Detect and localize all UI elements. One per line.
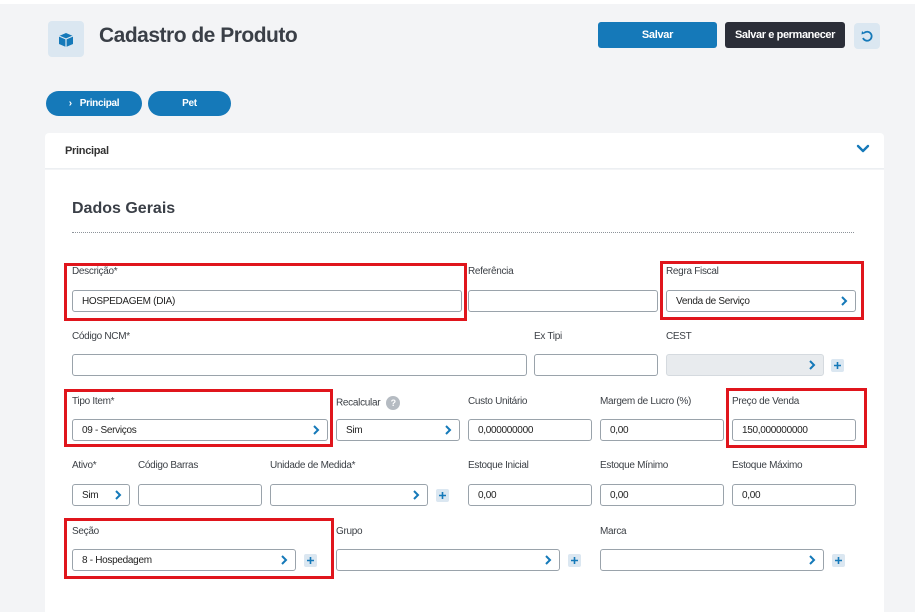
ativo-value: Sim: [82, 489, 99, 501]
chevron-right-icon: [412, 489, 420, 504]
chevron-right-icon: [840, 295, 848, 310]
codigo-ncm-input[interactable]: [72, 354, 527, 376]
custo-unitario-input[interactable]: 0,000000000: [468, 419, 592, 441]
custo-unitario-label: Custo Unitário: [468, 396, 528, 407]
add-secao-button[interactable]: [299, 549, 322, 571]
save-button[interactable]: Salvar: [598, 22, 717, 48]
undo-icon: [861, 30, 873, 42]
preco-venda-input[interactable]: 150,000000000: [732, 419, 856, 441]
codigo-barras-input[interactable]: [138, 484, 262, 506]
recalcular-value: Sim: [346, 424, 363, 436]
ex-tipi-input[interactable]: [534, 354, 658, 376]
descricao-input[interactable]: HOSPEDAGEM (DIA): [72, 290, 462, 312]
save-and-stay-button[interactable]: Salvar e permanecer: [725, 22, 845, 48]
tab-principal[interactable]: › Principal: [46, 91, 142, 116]
regra-fiscal-select[interactable]: Venda de Serviço: [666, 290, 856, 312]
chevron-right-icon: ›: [68, 98, 72, 109]
grupo-label: Grupo: [336, 526, 363, 537]
descricao-label: Descrição*: [72, 266, 118, 277]
panel-title: Principal: [65, 145, 109, 157]
marca-select[interactable]: [600, 549, 824, 571]
plus-icon: [831, 358, 844, 372]
estoque-minimo-label: Estoque Mínimo: [600, 460, 669, 471]
tipo-item-select[interactable]: 09 - Serviços: [72, 419, 328, 441]
estoque-maximo-input[interactable]: 0,00: [732, 484, 856, 506]
preco-venda-label: Preço de Venda: [732, 396, 799, 407]
estoque-inicial-label: Estoque Inicial: [468, 460, 529, 471]
add-unidade-button[interactable]: [431, 484, 454, 506]
panel-body: [45, 170, 884, 612]
estoque-minimo-input[interactable]: 0,00: [600, 484, 724, 506]
chevron-right-icon: [808, 554, 816, 569]
codigo-barras-label: Código Barras: [138, 460, 199, 471]
estoque-inicial-input[interactable]: 0,00: [468, 484, 592, 506]
unidade-medida-select[interactable]: [270, 484, 428, 506]
grupo-select[interactable]: [336, 549, 560, 571]
margem-lucro-label: Margem de Lucro (%): [600, 396, 691, 407]
referencia-label: Referência: [468, 266, 514, 277]
tipo-item-label: Tipo Item*: [72, 396, 115, 407]
chevron-right-icon: [544, 554, 552, 569]
product-box-icon: [48, 21, 84, 57]
chevron-right-icon: [280, 554, 288, 569]
plus-icon: [568, 553, 581, 567]
cest-select[interactable]: [666, 354, 824, 376]
chevron-right-icon: [444, 424, 452, 439]
plus-icon: [436, 488, 449, 502]
tab-label: Pet: [182, 98, 197, 109]
estoque-maximo-label: Estoque Máximo: [732, 460, 803, 471]
help-icon[interactable]: ?: [386, 396, 401, 410]
undo-button[interactable]: [854, 23, 880, 49]
plus-icon: [832, 553, 845, 567]
plus-icon: [304, 553, 317, 567]
recalcular-label-text: Recalcular: [336, 397, 381, 409]
tipo-item-value: 09 - Serviços: [82, 424, 137, 436]
recalcular-label: Recalcular?: [336, 396, 401, 410]
unidade-medida-label: Unidade de Medida*: [270, 460, 356, 471]
add-marca-button[interactable]: [827, 549, 850, 571]
marca-label: Marca: [600, 526, 627, 537]
section-title: Dados Gerais: [72, 200, 176, 217]
ativo-select[interactable]: Sim: [72, 484, 130, 506]
regra-fiscal-label: Regra Fiscal: [666, 266, 719, 277]
tab-pet[interactable]: Pet: [148, 91, 231, 116]
add-grupo-button[interactable]: [563, 549, 586, 571]
codigo-ncm-label: Código NCM*: [72, 331, 130, 342]
page-title: Cadastro de Produto: [99, 24, 298, 47]
panel-header[interactable]: Principal: [45, 133, 884, 169]
referencia-input[interactable]: [468, 290, 658, 312]
tab-label: Principal: [79, 98, 120, 109]
divider: [72, 232, 854, 233]
chevron-right-icon: [114, 489, 122, 504]
secao-value: 8 - Hospedagem: [82, 554, 152, 566]
cest-label: CEST: [666, 331, 692, 342]
secao-label: Seção: [72, 526, 99, 537]
chevron-down-icon[interactable]: [856, 141, 870, 159]
recalcular-select[interactable]: Sim: [336, 419, 460, 441]
chevron-right-icon: [312, 424, 320, 439]
regra-fiscal-value: Venda de Serviço: [676, 295, 750, 307]
ex-tipi-label: Ex Tipi: [534, 331, 562, 342]
margem-lucro-input[interactable]: 0,00: [600, 419, 724, 441]
chevron-right-icon: [808, 359, 816, 374]
top-strip: [0, 0, 915, 4]
ativo-label: Ativo*: [72, 460, 97, 471]
secao-select[interactable]: 8 - Hospedagem: [72, 549, 296, 571]
add-cest-button[interactable]: [826, 354, 849, 376]
